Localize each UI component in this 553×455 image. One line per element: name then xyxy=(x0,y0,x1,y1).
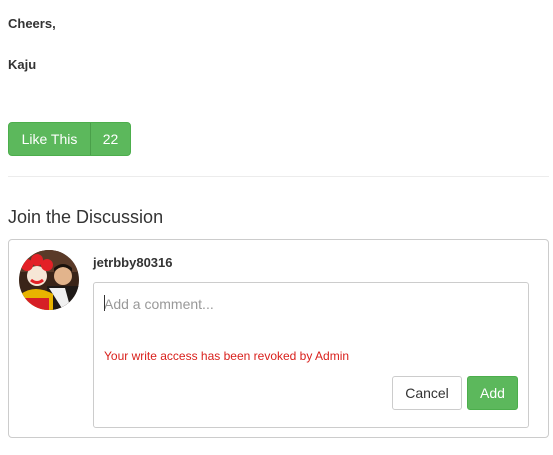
divider xyxy=(8,176,549,177)
discussion-title: Join the Discussion xyxy=(8,207,164,227)
text-caret xyxy=(104,295,105,311)
comment-box: Your write access has been revoked by Ad… xyxy=(93,282,529,428)
signoff-author: Kaju xyxy=(8,57,37,72)
comment-input[interactable] xyxy=(104,293,514,315)
user-avatar xyxy=(19,250,79,310)
like-button[interactable]: Like This xyxy=(9,123,90,155)
comment-panel: jetrbby80316 Your write access has been … xyxy=(8,239,549,438)
like-button-group[interactable]: Like This 22 xyxy=(8,122,131,156)
signoff-greeting: Cheers, xyxy=(8,16,56,31)
comment-username: jetrbby80316 xyxy=(93,255,173,270)
cancel-button[interactable]: Cancel xyxy=(392,376,462,410)
error-message: Your write access has been revoked by Ad… xyxy=(104,349,350,363)
add-button[interactable]: Add xyxy=(467,376,518,410)
like-count: 22 xyxy=(102,131,119,147)
